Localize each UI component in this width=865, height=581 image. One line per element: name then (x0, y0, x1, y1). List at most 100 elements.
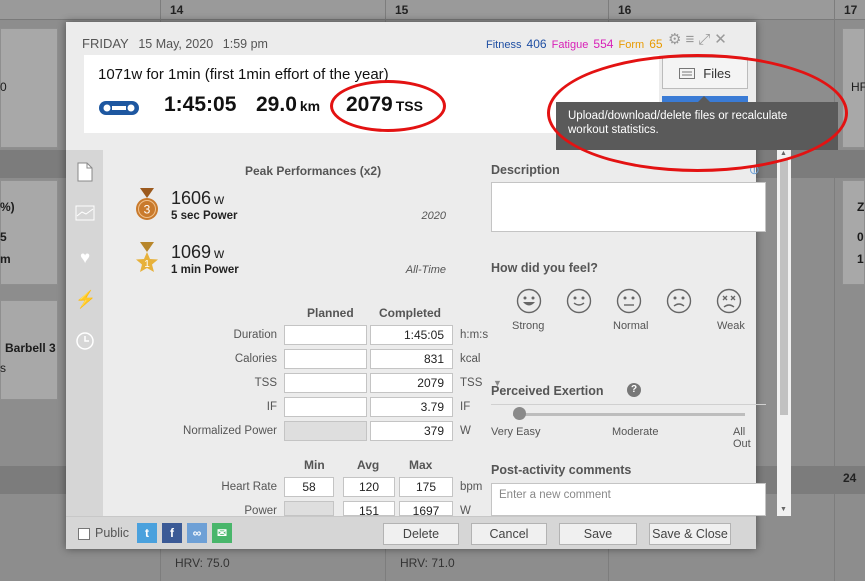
hr-max-input[interactable]: 175 (399, 477, 453, 497)
completed-if-input[interactable]: 3.79 (370, 397, 453, 417)
public-checkbox[interactable] (78, 528, 90, 540)
modal-body: Peak Performances (x2) 3 1606 w 5 sec Pow… (103, 150, 791, 518)
strong-face-icon[interactable] (516, 288, 542, 314)
twitter-icon[interactable]: t (137, 523, 157, 543)
weak-face-icon[interactable] (716, 288, 742, 314)
calendar-workout-card[interactable] (0, 28, 58, 148)
bike-chain-icon (99, 101, 139, 115)
row-label: Heart Rate (221, 481, 277, 493)
power-avg-input[interactable]: 151 (343, 501, 395, 518)
modal-scrollbar[interactable]: ▲ ▼ (777, 150, 791, 516)
planned-duration-input[interactable] (284, 325, 367, 345)
workout-date-line: FRIDAY 15 May, 2020 1:59 pm (82, 36, 268, 51)
medal-rank: 1 (144, 259, 150, 270)
workout-distance: 29.0 km (256, 93, 320, 117)
modal-side-tabs: ♥ ⚡ (66, 150, 103, 516)
power-max-input[interactable]: 1697 (399, 501, 453, 518)
description-textarea[interactable] (491, 182, 766, 232)
scrollbar-thumb[interactable] (780, 160, 788, 415)
fatigue-value: 554 (593, 37, 614, 51)
exertion-title: Perceived Exertion (491, 384, 604, 398)
calendar-card-text: 5 (0, 230, 7, 244)
peak-value: 1069 w (171, 242, 224, 263)
exertion-label-max: All Out (733, 426, 751, 450)
fitness-label: Fitness (486, 39, 522, 51)
row-unit: TSS (460, 377, 483, 389)
gold-medal-icon: 1 (136, 242, 158, 272)
row-unit: kcal (460, 353, 481, 365)
public-label: Public (95, 526, 130, 540)
calendar-card-text: HF (851, 80, 865, 94)
tab-analysis[interactable] (75, 205, 95, 225)
calendar-workout-card[interactable] (0, 180, 58, 285)
tab-history[interactable] (75, 332, 95, 352)
description-title: Description (491, 163, 560, 177)
feel-title: How did you feel? (491, 261, 598, 275)
workout-title[interactable]: 1071w for 1min (first 1min effort of the… (98, 66, 389, 83)
peak-performance-item: 3 1606 w 5 sec Power 2020 (135, 188, 446, 228)
peak-period: All-Time (405, 264, 446, 276)
completed-np-input[interactable]: 379 (370, 421, 453, 441)
planned-calories-input[interactable] (284, 349, 367, 369)
completed-duration-input[interactable]: 1:45:05 (370, 325, 453, 345)
row-label: Calories (234, 353, 277, 365)
calendar-card-text: 1 (857, 252, 864, 266)
save-button[interactable]: Save (559, 523, 637, 545)
exertion-slider-track[interactable] (513, 413, 745, 416)
hr-min-input[interactable]: 58 (284, 477, 334, 497)
annotation-oval-tss (330, 80, 446, 132)
peak-number: 1606 (171, 188, 212, 208)
fitness-value: 406 (526, 37, 547, 51)
exertion-slider-handle[interactable] (513, 407, 526, 420)
planned-tss-input[interactable] (284, 373, 367, 393)
row-unit: IF (460, 401, 471, 413)
peak-unit: w (214, 245, 225, 261)
gear-icon[interactable]: ⚙ (668, 31, 685, 48)
planned-if-input[interactable] (284, 397, 367, 417)
row-label: Normalized Power (183, 425, 277, 437)
comment-input[interactable]: Enter a new comment (491, 483, 766, 516)
cancel-button[interactable]: Cancel (471, 523, 547, 545)
tab-health[interactable]: ♥ (75, 248, 95, 268)
close-icon[interactable]: ✕ (714, 31, 731, 48)
calendar-header-row (0, 0, 865, 20)
help-icon[interactable]: ? (627, 383, 641, 397)
tab-summary[interactable] (75, 162, 95, 182)
good-face-icon[interactable] (566, 288, 592, 314)
calendar-day-number: 16 (618, 3, 632, 17)
peak-value: 1606 w (171, 188, 224, 209)
weekday-label: FRIDAY (82, 36, 129, 51)
peak-period: 2020 (421, 210, 446, 222)
facebook-icon[interactable]: f (162, 523, 182, 543)
hr-avg-input[interactable]: 120 (343, 477, 395, 497)
calendar-card-text: 0 (0, 80, 7, 94)
completed-header: Completed (379, 306, 442, 320)
feel-label-normal: Normal (613, 320, 649, 332)
scroll-down-icon[interactable]: ▼ (780, 506, 787, 513)
heart-icon: ♥ (79, 248, 91, 267)
save-close-button[interactable]: Save & Close (649, 523, 731, 545)
medal-rank: 3 (144, 203, 151, 217)
workout-duration: 1:45:05 (164, 93, 237, 116)
normal-face-icon[interactable] (616, 288, 642, 314)
calendar-day-number: 15 (395, 3, 409, 17)
email-icon[interactable]: ✉ (212, 523, 232, 543)
calendar-card-text: s (0, 361, 6, 375)
modal-footer: Public t f ∞ ✉ Delete Cancel Save Save &… (66, 516, 756, 549)
peak-performance-item: 1 1069 w 1 min Power All-Time (135, 242, 446, 282)
time-label: 1:59 pm (222, 37, 268, 51)
max-header: Max (409, 458, 433, 472)
comments-title: Post-activity comments (491, 463, 632, 477)
annotation-oval-files (547, 54, 848, 172)
distance-unit: km (299, 98, 321, 114)
tab-power[interactable]: ⚡ (75, 290, 96, 310)
menu-icon[interactable]: ≡ (685, 31, 698, 48)
delete-button[interactable]: Delete (383, 523, 459, 545)
form-label: Form (618, 39, 645, 51)
completed-tss-input[interactable]: 2079 (370, 373, 453, 393)
link-icon[interactable]: ∞ (187, 523, 207, 543)
expand-icon[interactable]: ⤢ (698, 31, 714, 48)
poor-face-icon[interactable] (666, 288, 692, 314)
fatigue-label: Fatigue (551, 39, 589, 51)
completed-calories-input[interactable]: 831 (370, 349, 453, 369)
